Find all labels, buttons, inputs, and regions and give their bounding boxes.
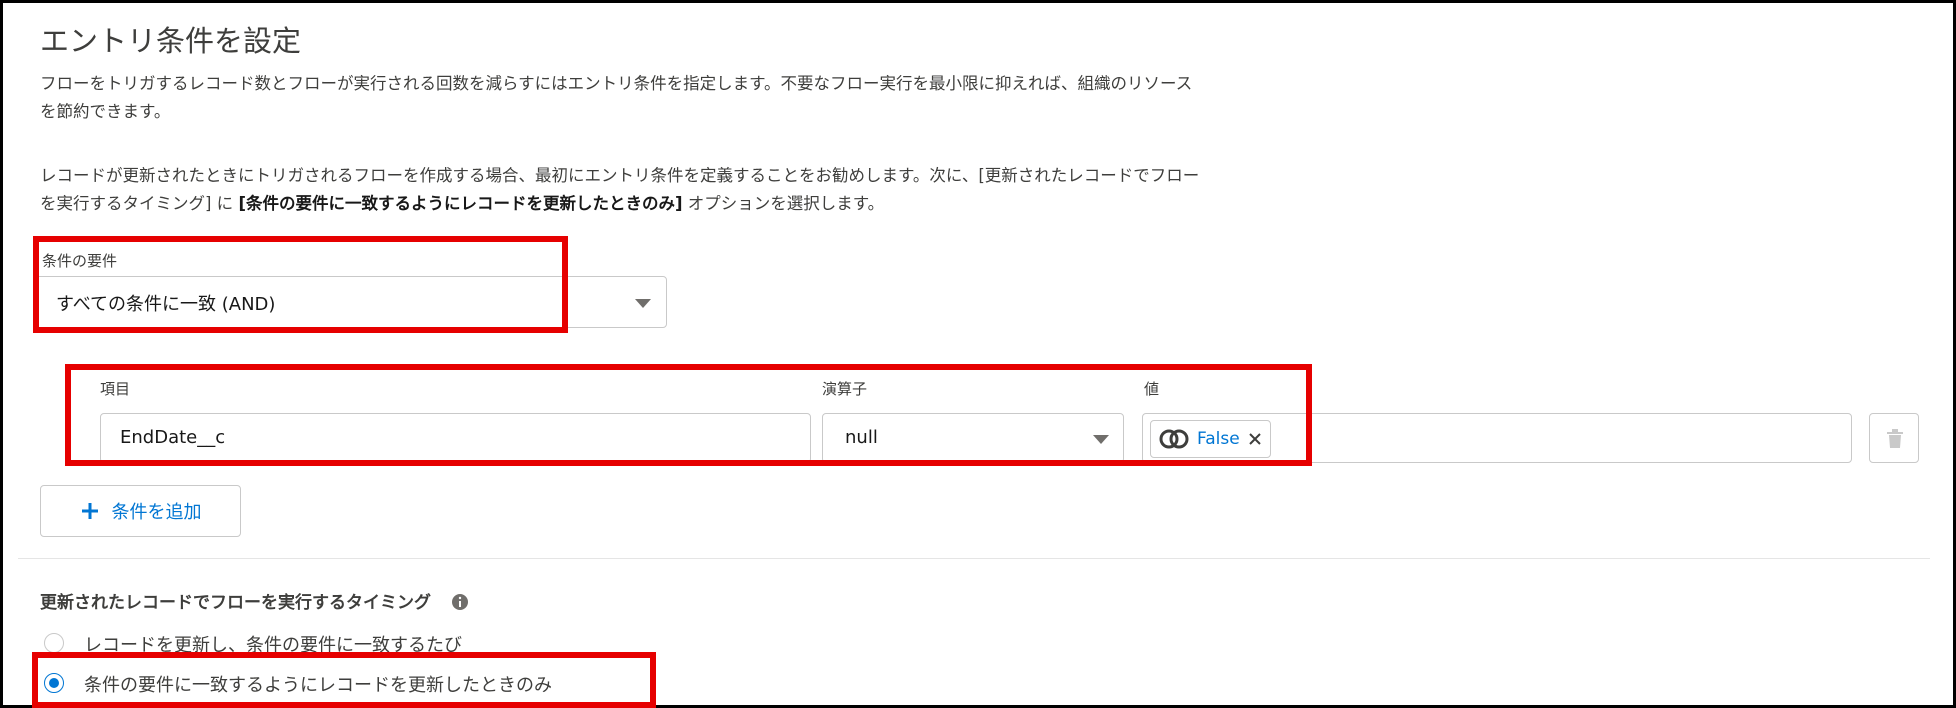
timing-heading: 更新されたレコードでフローを実行するタイミング [40,588,469,613]
value-pill[interactable]: False [1150,420,1271,458]
timing-heading-text: 更新されたレコードでフローを実行するタイミング [40,593,431,613]
timing-option-2-label: 条件の要件に一致するようにレコードを更新したときのみ [84,675,552,696]
requirement-select[interactable]: すべての条件に一致 (AND) [35,276,667,328]
timing-option-1-radio[interactable] [44,633,64,653]
operator-select[interactable]: null [822,413,1124,463]
field-label: 項目 [100,380,131,398]
operator-select-value: null [845,427,878,448]
timing-option-1[interactable]: レコードを更新し、条件の要件に一致するたび [44,631,764,657]
field-input[interactable]: EndDate__c [100,413,811,463]
description-line: フローをトリガするレコード数とフローが実行される回数を減らすにはエントリ条件を指… [40,74,1193,93]
global-variable-icon [1159,429,1189,449]
value-input[interactable]: False [1142,413,1852,463]
timing-option-1-label: レコードを更新し、条件の要件に一致するたび [84,635,462,656]
close-icon[interactable] [1248,432,1262,446]
value-label: 値 [1144,380,1160,398]
description-emphasis: [条件の要件に一致するようにレコードを更新したときのみ] [238,194,683,213]
chevron-down-icon [1093,435,1109,444]
field-input-value: EndDate__c [120,427,226,448]
add-icon [81,503,98,519]
requirement-select-value: すべての条件に一致 (AND) [56,294,276,315]
info-icon[interactable] [451,593,469,611]
description-line: レコードが更新されたときにトリガされるフローを作成する場合、最初にエントリ条件を… [40,166,1200,185]
description-line: を節約できます。 [40,102,171,121]
description-text: を実行するタイミング] に [40,194,239,213]
description-paragraph-2: レコードが更新されたときにトリガされるフローを作成する場合、最初にエントリ条件を… [40,162,1470,218]
page-title: エントリ条件を設定 [40,24,302,58]
section-divider [18,558,1930,559]
description-paragraph-1: フローをトリガするレコード数とフローが実行される回数を減らすにはエントリ条件を指… [40,70,1470,126]
timing-option-2[interactable]: 条件の要件に一致するようにレコードを更新したときのみ [44,671,744,697]
chevron-down-icon [635,299,651,308]
requirement-label: 条件の要件 [42,252,118,270]
description-text: オプションを選択します。 [682,194,885,213]
trash-icon [1887,429,1903,448]
add-condition-label: 条件を追加 [111,502,202,523]
add-condition-button[interactable]: 条件を追加 [40,485,241,537]
description-line: を実行するタイミング] に [条件の要件に一致するようにレコードを更新したときの… [40,190,1470,218]
operator-label: 演算子 [822,380,868,398]
timing-option-2-radio[interactable] [44,673,64,693]
value-pill-label: False [1197,429,1240,449]
delete-condition-button[interactable] [1869,413,1919,463]
